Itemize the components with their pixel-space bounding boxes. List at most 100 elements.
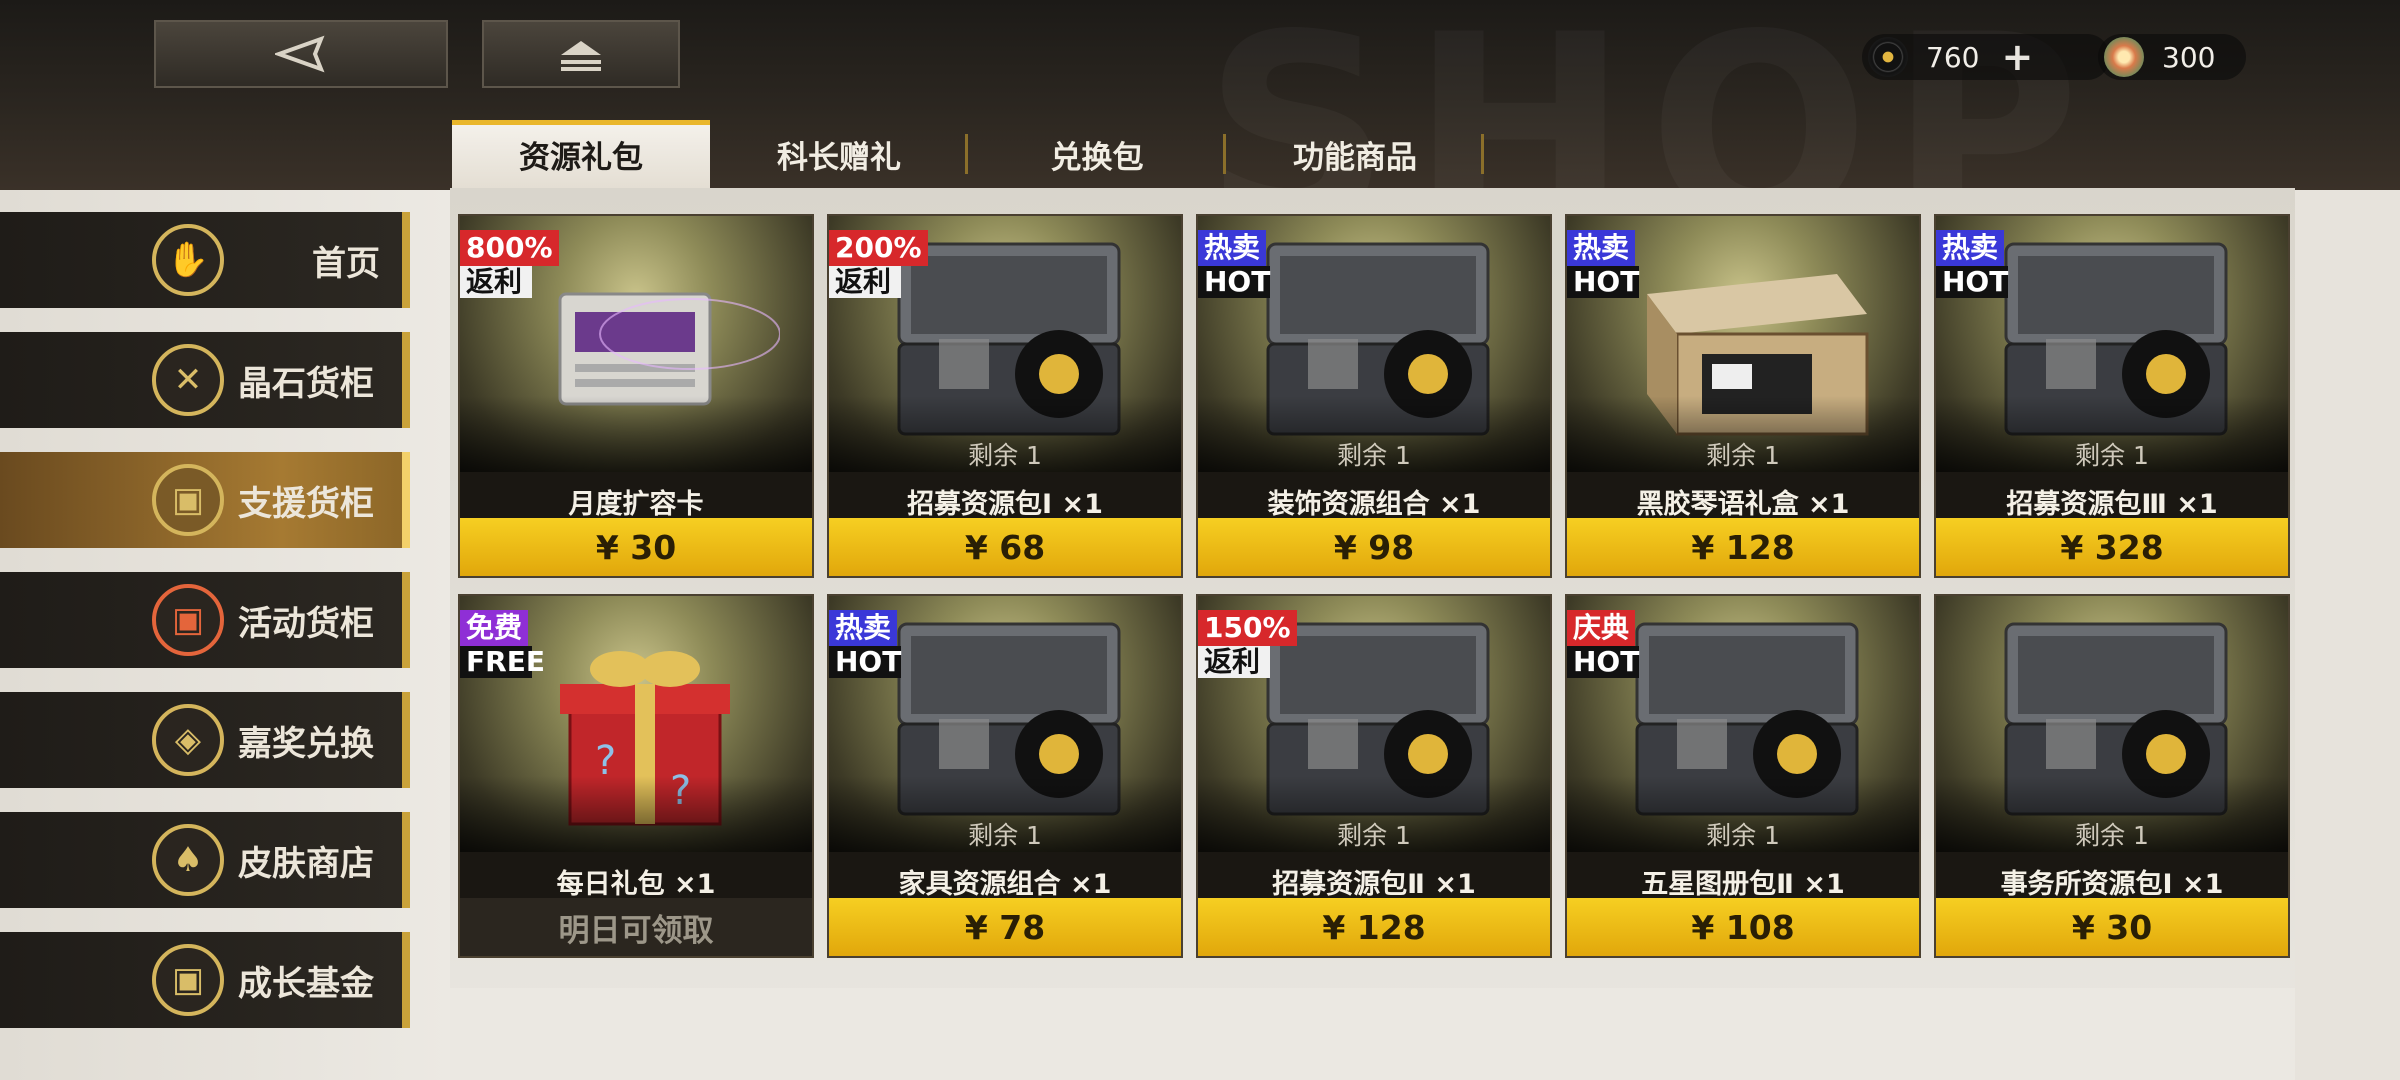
product-name: 招募资源包Ⅰ ×1 bbox=[907, 489, 1103, 520]
product-name: 黑胶琴语礼盒 ×1 bbox=[1636, 489, 1850, 520]
price-button[interactable]: ¥ 328 bbox=[1936, 518, 2288, 576]
category-tabs: 资源礼包 科长赠礼 兑换包 功能商品 bbox=[452, 120, 1484, 188]
sidebar-item-label: 晶石货柜 bbox=[238, 363, 374, 404]
badge-top-text: 200% bbox=[829, 230, 928, 266]
product-card[interactable]: 热卖 HOT 剩余 1 黑胶琴语礼盒 ×1 ¥ 128 bbox=[1565, 214, 1921, 578]
badge-bottom-text: 返利 bbox=[1198, 646, 1270, 678]
product-name: 装饰资源组合 ×1 bbox=[1267, 489, 1481, 520]
price-button[interactable]: ¥ 98 bbox=[1198, 518, 1550, 576]
product-badge: 热卖 HOT bbox=[1936, 230, 2008, 298]
support-box-icon: ▣ bbox=[152, 464, 224, 536]
remaining-count: 剩余 1 bbox=[2075, 441, 2149, 470]
badge-top-text: 150% bbox=[1198, 610, 1297, 646]
product-name: 招募资源包Ⅲ ×1 bbox=[2006, 489, 2218, 520]
product-card[interactable]: 庆典 HOT 剩余 1 五星图册包Ⅱ ×1 ¥ 108 bbox=[1565, 594, 1921, 958]
tab-exchange-packs[interactable]: 兑换包 bbox=[968, 120, 1226, 188]
vinyl-amount: 760 bbox=[1926, 40, 1980, 74]
badge-bottom-text: FREE bbox=[460, 646, 545, 678]
remaining-count: 剩余 1 bbox=[968, 441, 1042, 470]
product-art-icon bbox=[1266, 242, 1490, 436]
product-name: 每日礼包 ×1 bbox=[556, 869, 716, 900]
vinyl-currency[interactable]: 760 + bbox=[1862, 34, 2110, 80]
product-art-icon bbox=[1635, 622, 1859, 816]
badge-top-text: 热卖 bbox=[829, 610, 898, 646]
tab-label: 科长赠礼 bbox=[777, 139, 901, 176]
tab-resource-packs[interactable]: 资源礼包 bbox=[452, 120, 710, 188]
product-badge: 800% 返利 bbox=[460, 230, 559, 298]
badge-top-text: 800% bbox=[460, 230, 559, 266]
remaining-count: 剩余 1 bbox=[1337, 821, 1411, 850]
event-box-icon: ▣ bbox=[152, 584, 224, 656]
vinyl-record-icon bbox=[1868, 37, 1908, 77]
product-name: 招募资源包Ⅱ ×1 bbox=[1272, 869, 1476, 900]
sidebar-item-reward-exchange[interactable]: ◈ 嘉奖兑换 bbox=[0, 692, 410, 788]
tab-chief-gifts[interactable]: 科长赠礼 bbox=[710, 120, 968, 188]
remaining-count: 剩余 1 bbox=[1337, 441, 1411, 470]
price-button[interactable]: ¥ 78 bbox=[829, 898, 1181, 956]
crystal-currency[interactable]: 300 bbox=[2098, 34, 2246, 80]
badge-bottom-text: HOT bbox=[1936, 266, 2008, 298]
badge-bottom-text: HOT bbox=[1567, 266, 1639, 298]
product-card[interactable]: 800% 返利 月度扩容卡 ¥ 30 bbox=[458, 214, 814, 578]
product-card[interactable]: ?? 免费 FREE 每日礼包 ×1 明日可领取 bbox=[458, 594, 814, 958]
back-triangle-icon bbox=[275, 35, 325, 73]
product-art-icon bbox=[2004, 622, 2228, 816]
sidebar-item-support-shop[interactable]: ▣ 支援货柜 bbox=[0, 452, 410, 548]
price-button[interactable]: ¥ 108 bbox=[1567, 898, 1919, 956]
home-button[interactable] bbox=[482, 20, 680, 88]
price-button[interactable]: ¥ 128 bbox=[1198, 898, 1550, 956]
back-button[interactable] bbox=[154, 20, 448, 88]
tab-label: 资源礼包 bbox=[519, 139, 643, 176]
tab-function-items[interactable]: 功能商品 bbox=[1226, 120, 1484, 188]
claim-status-button[interactable]: 明日可领取 bbox=[460, 898, 812, 956]
home-eject-icon bbox=[561, 41, 601, 71]
tab-divider bbox=[1481, 134, 1484, 174]
svg-text:?: ? bbox=[595, 738, 616, 784]
product-name: 五星图册包Ⅱ ×1 bbox=[1641, 869, 1845, 900]
badge-top-text: 免费 bbox=[460, 610, 529, 646]
product-card[interactable]: 热卖 HOT 剩余 1 家具资源组合 ×1 ¥ 78 bbox=[827, 594, 1183, 958]
add-currency-button[interactable]: + bbox=[2001, 35, 2033, 79]
sidebar-item-growth-fund[interactable]: ▣ 成长基金 bbox=[0, 932, 410, 1028]
remaining-count: 剩余 1 bbox=[968, 821, 1042, 850]
sidebar-item-label: 支援货柜 bbox=[238, 483, 374, 524]
price-button[interactable]: ¥ 68 bbox=[829, 518, 1181, 576]
crystal-gem-icon bbox=[2104, 37, 2144, 77]
sidebar-item-home[interactable]: ✋ 首页 bbox=[0, 212, 410, 308]
product-card[interactable]: 剩余 1 事务所资源包Ⅰ ×1 ¥ 30 bbox=[1934, 594, 2290, 958]
badge-bottom-text: HOT bbox=[829, 646, 901, 678]
badge-top-text: 热卖 bbox=[1936, 230, 2005, 266]
product-badge: 免费 FREE bbox=[460, 610, 545, 678]
product-art-icon bbox=[1647, 274, 1869, 436]
sidebar-item-event-shop[interactable]: ▣ 活动货柜 bbox=[0, 572, 410, 668]
price-button[interactable]: ¥ 30 bbox=[460, 518, 812, 576]
product-badge: 200% 返利 bbox=[829, 230, 928, 298]
sidebar-item-skin-shop[interactable]: ♠ 皮肤商店 bbox=[0, 812, 410, 908]
grid-bottom-strip bbox=[450, 988, 2295, 1080]
product-card[interactable]: 150% 返利剩余 1 招募资源包Ⅱ ×1 ¥ 128 bbox=[1196, 594, 1552, 958]
sidebar-item-crystal-shop[interactable]: ✕ 晶石货柜 bbox=[0, 332, 410, 428]
product-card[interactable]: 热卖 HOT 剩余 1 装饰资源组合 ×1 ¥ 98 bbox=[1196, 214, 1552, 578]
price-button[interactable]: ¥ 30 bbox=[1936, 898, 2288, 956]
product-badge: 150% 返利 bbox=[1198, 610, 1297, 678]
product-card[interactable]: 200% 返利剩余 1 招募资源包Ⅰ ×1 ¥ 68 bbox=[827, 214, 1183, 578]
price-button[interactable]: ¥ 128 bbox=[1567, 518, 1919, 576]
product-badge: 热卖 HOT bbox=[1567, 230, 1639, 298]
badge-top-text: 热卖 bbox=[1567, 230, 1636, 266]
product-card[interactable]: 热卖 HOT 剩余 1 招募资源包Ⅲ ×1 ¥ 328 bbox=[1934, 214, 2290, 578]
suit-icon: ♠ bbox=[152, 824, 224, 896]
sidebar-item-label: 皮肤商店 bbox=[238, 843, 374, 884]
sidebar-item-label: 成长基金 bbox=[238, 963, 374, 1004]
crystal-amount: 300 bbox=[2162, 40, 2216, 74]
svg-text:?: ? bbox=[670, 768, 691, 814]
product-badge: 热卖 HOT bbox=[1198, 230, 1270, 298]
badge-top-text: 庆典 bbox=[1567, 610, 1636, 646]
product-art-icon bbox=[2004, 242, 2228, 436]
fund-box-icon: ▣ bbox=[152, 944, 224, 1016]
shop-sidebar: ✋ 首页 ✕ 晶石货柜 ▣ 支援货柜 ▣ 活动货柜 ◈ 嘉奖兑换 ♠ 皮肤商店 … bbox=[0, 190, 450, 1080]
product-name: 事务所资源包Ⅰ ×1 bbox=[2000, 869, 2224, 900]
badge-bottom-text: 返利 bbox=[829, 266, 901, 298]
product-name: 家具资源组合 ×1 bbox=[898, 869, 1112, 900]
remaining-count: 剩余 1 bbox=[1706, 441, 1780, 470]
sidebar-item-label: 嘉奖兑换 bbox=[238, 723, 374, 764]
